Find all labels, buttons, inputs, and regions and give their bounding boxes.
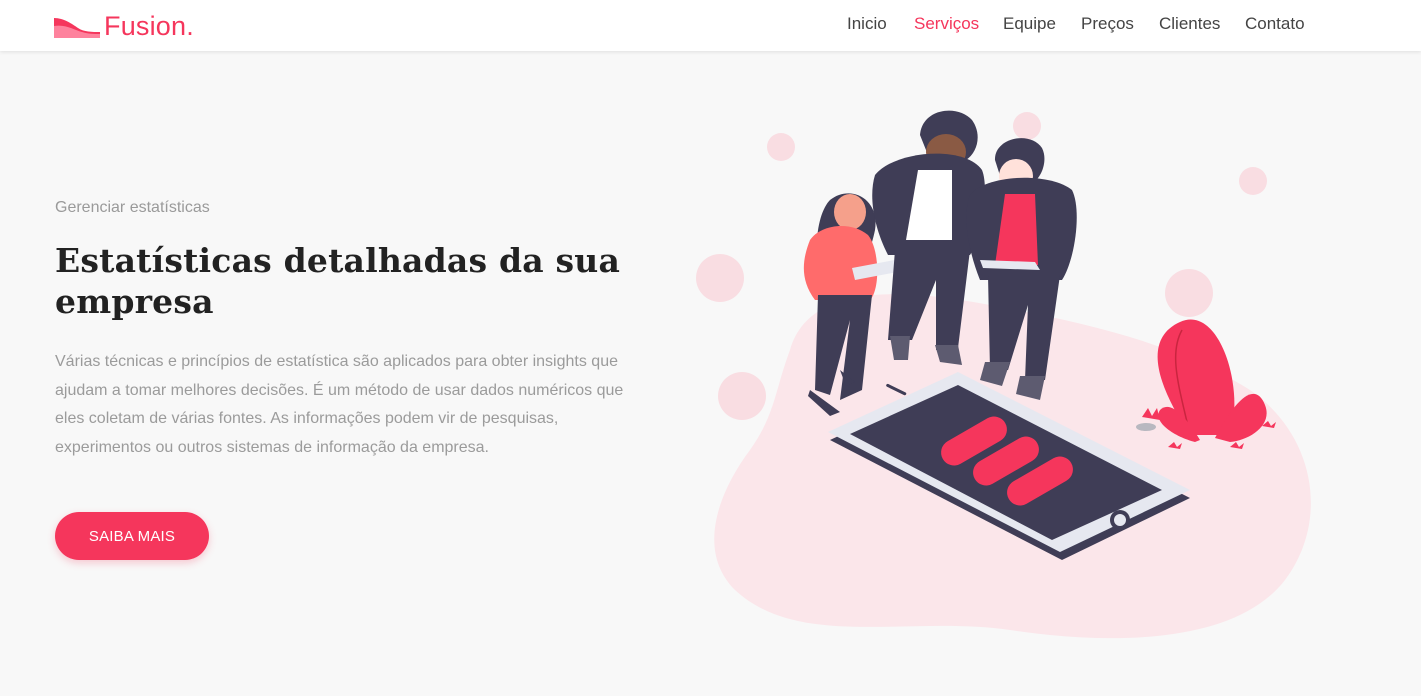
hero-eyebrow: Gerenciar estatísticas xyxy=(55,199,210,216)
nav-item-precos[interactable]: Preços xyxy=(1081,14,1134,34)
team-with-smartphone-illustration xyxy=(696,110,1311,639)
nav-item-equipe[interactable]: Equipe xyxy=(1003,14,1056,34)
hero-description: Várias técnicas e princípios de estatíst… xyxy=(55,353,624,456)
logo-mark-icon xyxy=(54,18,100,38)
nav-item-contato[interactable]: Contato xyxy=(1245,14,1305,34)
nav-item-servicos[interactable]: Serviços xyxy=(914,14,979,34)
brand-name: Fusion. xyxy=(104,10,194,41)
saiba-mais-button[interactable]: SAIBA MAIS xyxy=(55,512,209,560)
navbar: Fusion. Inicio Serviços Equipe Preços Cl… xyxy=(0,0,1421,51)
hero-title: Estatísticas detalhadas da sua empresa xyxy=(55,241,621,321)
nav-item-clientes[interactable]: Clientes xyxy=(1159,14,1220,34)
nav-item-inicio[interactable]: Inicio xyxy=(847,14,887,34)
brand-logo[interactable]: Fusion. xyxy=(54,10,194,42)
